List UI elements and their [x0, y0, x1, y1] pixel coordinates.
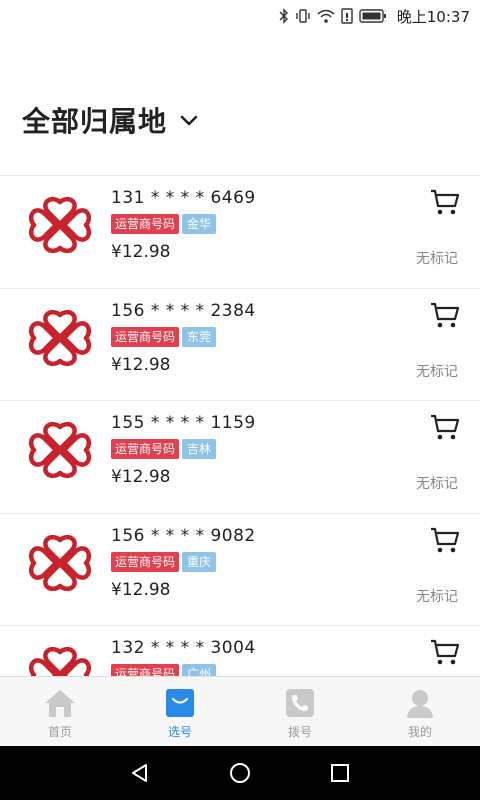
nav-home[interactable]: 首页	[0, 677, 120, 746]
mark-status: 无标记	[416, 363, 458, 380]
region-tag: 广州	[182, 664, 217, 676]
china-unicom-logo-icon	[28, 309, 92, 367]
phone-number: 156 * * * * 9082	[111, 525, 256, 546]
status-bar: 晚上10:37	[0, 0, 480, 32]
mark-status: 无标记	[416, 588, 458, 605]
vibrate-icon	[295, 8, 311, 24]
wifi-icon	[317, 8, 335, 24]
region-filter-dropdown[interactable]: 全部归属地	[22, 100, 199, 140]
china-unicom-logo-icon	[28, 534, 92, 592]
list-item[interactable]: 156 * * * * 9082 运营商号码 重庆 ¥12.98 无标记	[0, 514, 480, 626]
back-triangle-icon[interactable]	[125, 758, 155, 788]
home-circle-icon[interactable]	[225, 758, 255, 788]
phone-number: 131 * * * * 6469	[111, 188, 256, 208]
list-item[interactable]: 155 * * * * 1159 运营商号码 吉林 ¥12.98 无标记	[0, 401, 480, 514]
operator-tag: 运营商号码	[111, 326, 180, 347]
cart-icon[interactable]	[430, 638, 460, 666]
phone-number: 132 * * * * 3004	[111, 638, 256, 658]
nav-profile[interactable]: 我的	[360, 677, 480, 746]
list-item[interactable]: 156 * * * * 2384 运营商号码 东莞 ¥12.98 无标记	[0, 289, 480, 401]
recents-square-icon[interactable]	[325, 758, 355, 788]
number-list[interactable]: 131 * * * * 6469 运营商号码 金华 ¥12.98 无标记 156…	[0, 176, 480, 676]
nav-label: 首页	[47, 725, 72, 739]
status-time: 晚上10:37	[396, 7, 470, 26]
operator-tag: 运营商号码	[111, 214, 180, 234]
phone-number: 155 * * * * 1159	[111, 413, 256, 433]
nav-label: 拨号	[287, 725, 312, 739]
operator-tag: 运营商号码	[111, 551, 180, 572]
home-icon	[44, 687, 76, 719]
battery-icon	[359, 8, 387, 24]
bottom-nav: 首页 选号 拨号 我的	[0, 676, 480, 746]
cart-icon[interactable]	[430, 301, 460, 329]
phone-number: 156 * * * * 2384	[111, 300, 256, 321]
price: ¥12.98	[111, 467, 171, 487]
nav-label: 我的	[407, 725, 432, 739]
phone-icon	[284, 687, 316, 719]
china-unicom-logo-icon	[28, 196, 92, 254]
region-tag: 东莞	[182, 326, 217, 347]
region-tag: 重庆	[182, 551, 217, 572]
price: ¥12.98	[111, 354, 171, 375]
mark-status: 无标记	[416, 476, 458, 492]
sim-icon	[341, 8, 353, 24]
mark-status: 无标记	[416, 251, 458, 267]
price: ¥12.98	[111, 579, 171, 600]
operator-tag: 运营商号码	[111, 664, 180, 676]
china-unicom-logo-icon	[28, 646, 92, 676]
profile-icon	[404, 687, 436, 719]
region-tag: 吉林	[182, 439, 217, 459]
nav-select-number[interactable]: 选号	[120, 677, 240, 746]
chevron-down-icon	[179, 113, 199, 127]
nav-dial[interactable]: 拨号	[240, 677, 360, 746]
list-item[interactable]: 132 * * * * 3004 运营商号码 广州 ¥12.98 无标记	[0, 626, 480, 676]
operator-tag: 运营商号码	[111, 439, 180, 459]
cart-icon[interactable]	[430, 413, 460, 441]
cart-icon[interactable]	[430, 526, 460, 554]
page-title: 全部归属地	[22, 105, 168, 138]
china-unicom-logo-icon	[28, 421, 92, 479]
system-nav-bar	[0, 746, 480, 800]
bluetooth-icon	[279, 8, 289, 24]
cart-icon[interactable]	[430, 188, 460, 216]
nav-label: 选号	[167, 725, 192, 739]
price: ¥12.98	[111, 242, 171, 262]
list-item[interactable]: 131 * * * * 6469 运营商号码 金华 ¥12.98 无标记	[0, 176, 480, 289]
region-tag: 金华	[182, 214, 217, 234]
select-number-icon	[164, 687, 196, 719]
